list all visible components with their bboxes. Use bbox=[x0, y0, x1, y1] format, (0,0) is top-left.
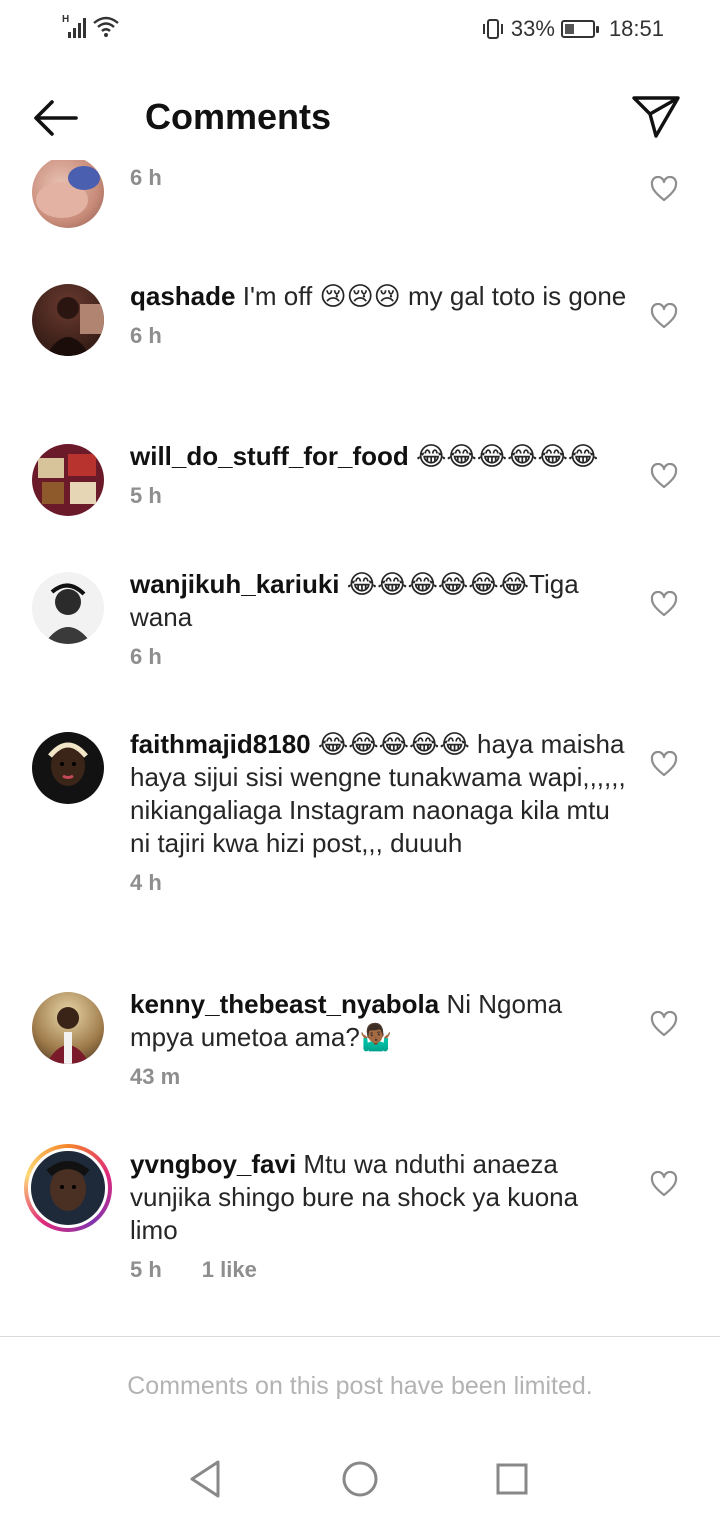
avatar[interactable] bbox=[32, 992, 104, 1064]
comment-text: faithmajid8180 😂😂😂😂😂 haya maisha haya si… bbox=[130, 728, 630, 860]
comment-text: wanjikuh_kariuki 😂😂😂😂😂😂Tiga wana bbox=[130, 568, 630, 634]
comment-body: faithmajid8180 😂😂😂😂😂 haya maisha haya si… bbox=[130, 728, 630, 896]
comment-meta: 5 h 1 like bbox=[130, 1257, 630, 1283]
comment-time: 5 h bbox=[130, 483, 162, 508]
avatar-story-ring[interactable] bbox=[24, 1144, 112, 1232]
heart-icon[interactable] bbox=[650, 591, 678, 617]
heart-icon[interactable] bbox=[650, 176, 678, 202]
comment-meta: 5 h bbox=[130, 483, 630, 509]
status-right: 33% 18:51 bbox=[481, 16, 664, 42]
nav-recents-button[interactable] bbox=[489, 1456, 535, 1502]
comment-meta: 4 h bbox=[130, 870, 630, 896]
nav-home-button[interactable] bbox=[337, 1456, 383, 1502]
comment-body: masseuse_aisha_thika 😂😂😂😂😂 6 h bbox=[130, 160, 630, 191]
comment-meta: 6 h bbox=[130, 323, 630, 349]
avatar[interactable] bbox=[32, 572, 104, 644]
comment-username[interactable]: faithmajid8180 bbox=[130, 729, 311, 759]
comment-time: 6 h bbox=[130, 165, 162, 190]
avatar bbox=[28, 1148, 108, 1228]
comment-time: 6 h bbox=[130, 644, 162, 669]
comment-meta: 6 h bbox=[130, 165, 630, 191]
back-button[interactable] bbox=[30, 96, 80, 140]
avatar[interactable] bbox=[32, 732, 104, 804]
square-recents-icon bbox=[496, 1463, 528, 1495]
comment-time: 4 h bbox=[130, 870, 162, 895]
comment-time: 5 h bbox=[130, 1257, 162, 1282]
comments-limited-notice: Comments on this post have been limited. bbox=[127, 1372, 593, 1400]
comment-username[interactable]: kenny_thebeast_nyabola bbox=[130, 989, 439, 1019]
comment-body: will_do_stuff_for_food 😂😂😂😂😂😂 5 h bbox=[130, 440, 630, 509]
comment-username[interactable]: will_do_stuff_for_food bbox=[130, 441, 409, 471]
comment-username[interactable]: yvngboy_favi bbox=[130, 1149, 296, 1179]
arrow-left-icon bbox=[34, 100, 78, 136]
comment-meta: 6 h bbox=[130, 644, 630, 670]
status-left: H bbox=[62, 14, 120, 38]
paper-plane-icon bbox=[632, 96, 680, 138]
heart-icon[interactable] bbox=[650, 751, 678, 777]
heart-icon[interactable] bbox=[650, 463, 678, 489]
cell-signal-icon: H bbox=[62, 14, 86, 38]
header: Comments bbox=[0, 62, 720, 172]
circle-home-icon bbox=[342, 1461, 378, 1497]
battery-percent: 33% bbox=[510, 16, 555, 41]
nav-back-button[interactable] bbox=[184, 1456, 230, 1502]
comment-time: 43 m bbox=[130, 1064, 181, 1089]
heart-icon[interactable] bbox=[650, 303, 678, 329]
comment-text: kenny_thebeast_nyabola Ni Ngoma mpya ume… bbox=[130, 988, 630, 1054]
comment-username[interactable]: qashade bbox=[130, 281, 236, 311]
share-button[interactable] bbox=[630, 92, 682, 142]
heart-icon[interactable] bbox=[650, 1171, 678, 1197]
comment-message: I'm off 😢😢😢 my gal toto is gone bbox=[242, 281, 627, 311]
triangle-back-icon bbox=[190, 1460, 220, 1498]
vibrate-icon bbox=[482, 19, 503, 39]
comment-text: yvngboy_favi Mtu wa nduthi anaeza vunjik… bbox=[130, 1148, 630, 1247]
clock: 18:51 bbox=[608, 16, 664, 41]
wifi-icon bbox=[93, 16, 119, 37]
comment-meta: 43 m bbox=[130, 1064, 630, 1090]
status-bar: H 33% 18:51 bbox=[0, 0, 720, 62]
comment-body: kenny_thebeast_nyabola Ni Ngoma mpya ume… bbox=[130, 988, 630, 1090]
comments-list[interactable]: masseuse_aisha_thika 😂😂😂😂😂 6 h qashade I… bbox=[0, 160, 720, 1336]
avatar[interactable] bbox=[32, 284, 104, 356]
comment-message: 😂😂😂😂😂😂 bbox=[416, 441, 599, 471]
comment-time: 6 h bbox=[130, 323, 162, 348]
divider bbox=[0, 1336, 720, 1337]
page-title: Comments bbox=[145, 96, 332, 137]
comment-body: qashade I'm off 😢😢😢 my gal toto is gone … bbox=[130, 280, 630, 349]
comment-text: will_do_stuff_for_food 😂😂😂😂😂😂 bbox=[130, 440, 630, 473]
comment-text: qashade I'm off 😢😢😢 my gal toto is gone bbox=[130, 280, 630, 313]
comment-username[interactable]: wanjikuh_kariuki bbox=[130, 569, 340, 599]
heart-icon[interactable] bbox=[650, 1011, 678, 1037]
avatar[interactable] bbox=[32, 444, 104, 516]
comment-body: yvngboy_favi Mtu wa nduthi anaeza vunjik… bbox=[130, 1148, 630, 1283]
comment-body: wanjikuh_kariuki 😂😂😂😂😂😂Tiga wana 6 h bbox=[130, 568, 630, 670]
battery-icon bbox=[560, 20, 599, 38]
system-nav-bar bbox=[0, 1440, 720, 1520]
comment-likes[interactable]: 1 like bbox=[202, 1257, 257, 1283]
avatar[interactable] bbox=[32, 160, 104, 228]
